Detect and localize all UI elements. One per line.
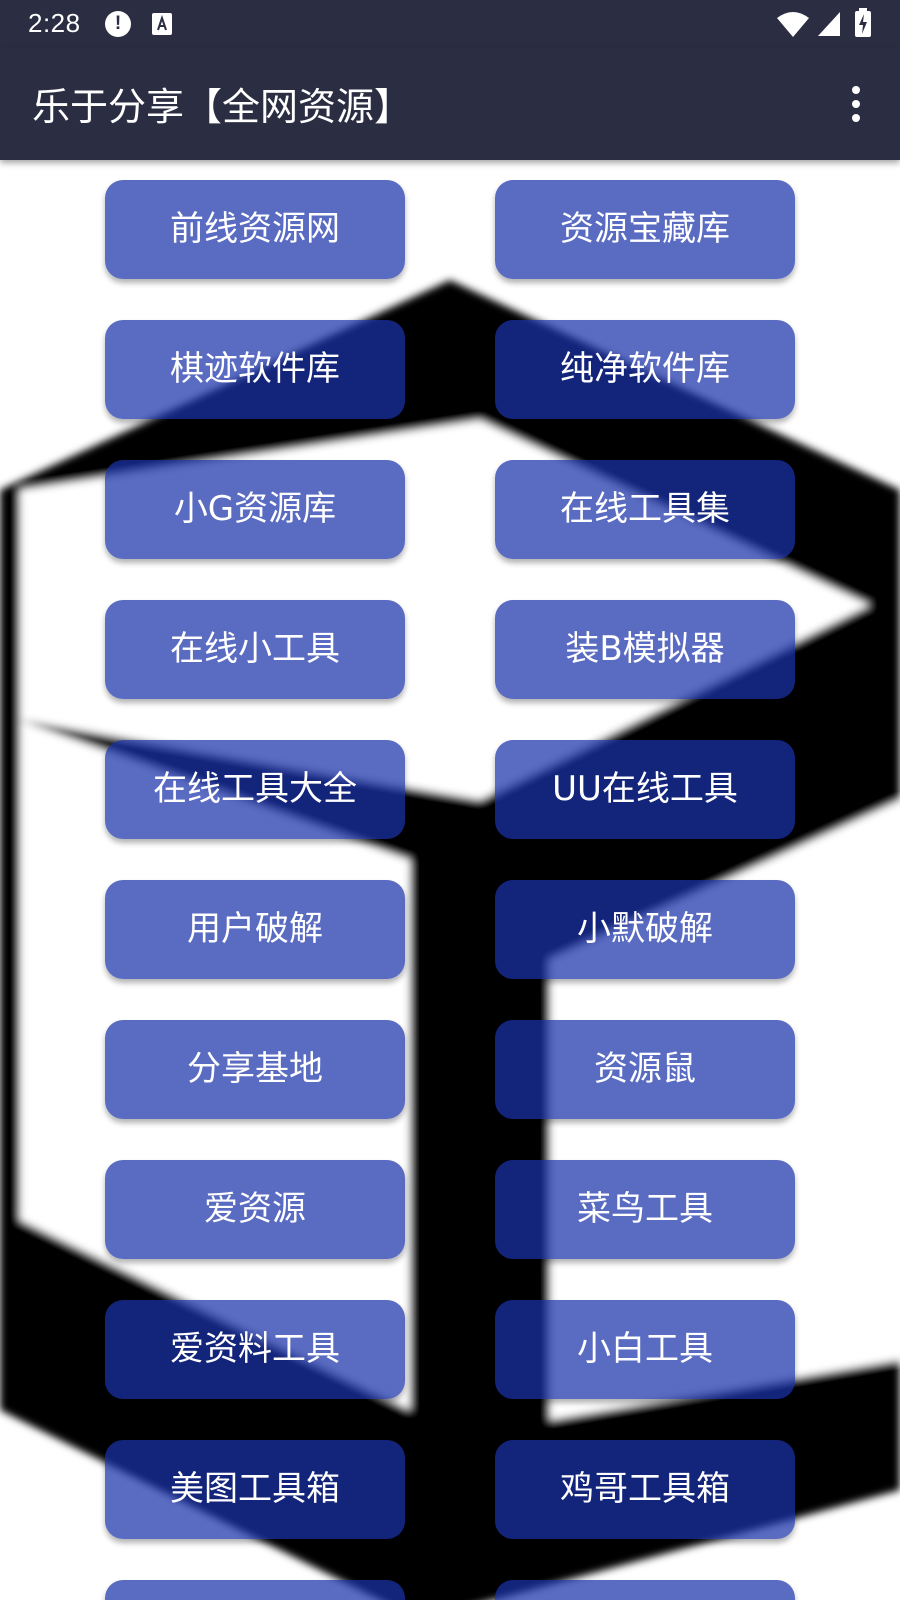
status-time: 2:28 xyxy=(28,8,81,38)
link-button[interactable]: 小白工具 xyxy=(495,1300,795,1399)
link-button[interactable]: 菜鸟工具 xyxy=(495,1160,795,1259)
link-button[interactable]: 爱资料工具 xyxy=(105,1300,405,1399)
link-button[interactable]: 前线资源网 xyxy=(105,180,405,279)
link-button[interactable]: 小G资源库 xyxy=(105,460,405,559)
link-button[interactable]: 小默破解 xyxy=(495,880,795,979)
link-button[interactable]: 用户破解 xyxy=(105,880,405,979)
app-title: 乐于分享【全网资源】 xyxy=(32,85,413,129)
link-button[interactable]: 在线工具集 xyxy=(495,460,795,559)
link-grid: 前线资源网 资源宝藏库 棋迹软件库 纯净软件库 小G资源库 在线工具集 在线小工… xyxy=(0,160,900,1600)
link-button[interactable]: 装B模拟器 xyxy=(495,600,795,699)
link-button[interactable]: 分享基地 xyxy=(105,1020,405,1119)
more-vert-icon[interactable] xyxy=(832,78,880,130)
link-button[interactable]: 鸡哥工具箱 xyxy=(495,1440,795,1539)
link-button[interactable]: 资源宝藏库 xyxy=(495,180,795,279)
link-button[interactable]: 爱资源 xyxy=(105,1160,405,1259)
wifi-icon xyxy=(777,12,809,37)
accessibility-text-icon xyxy=(152,13,172,35)
link-button[interactable]: UU在线工具 xyxy=(495,740,795,839)
signal-icon xyxy=(818,12,840,36)
alert-icon: ! xyxy=(105,11,131,37)
link-button[interactable]: 纯净软件库 xyxy=(495,320,795,419)
link-button[interactable] xyxy=(105,1580,405,1600)
content-area: 前线资源网 资源宝藏库 棋迹软件库 纯净软件库 小G资源库 在线工具集 在线小工… xyxy=(0,160,900,1600)
link-button[interactable]: 美图工具箱 xyxy=(105,1440,405,1539)
battery-charging-icon xyxy=(855,8,871,37)
link-button[interactable]: 棋迹软件库 xyxy=(105,320,405,419)
app-bar: 乐于分享【全网资源】 xyxy=(0,48,900,160)
link-button[interactable]: 资源鼠 xyxy=(495,1020,795,1119)
status-bar: 2:28 ! xyxy=(0,0,900,48)
link-button[interactable]: 在线小工具 xyxy=(105,600,405,699)
link-button[interactable] xyxy=(495,1580,795,1600)
link-button[interactable]: 在线工具大全 xyxy=(105,740,405,839)
